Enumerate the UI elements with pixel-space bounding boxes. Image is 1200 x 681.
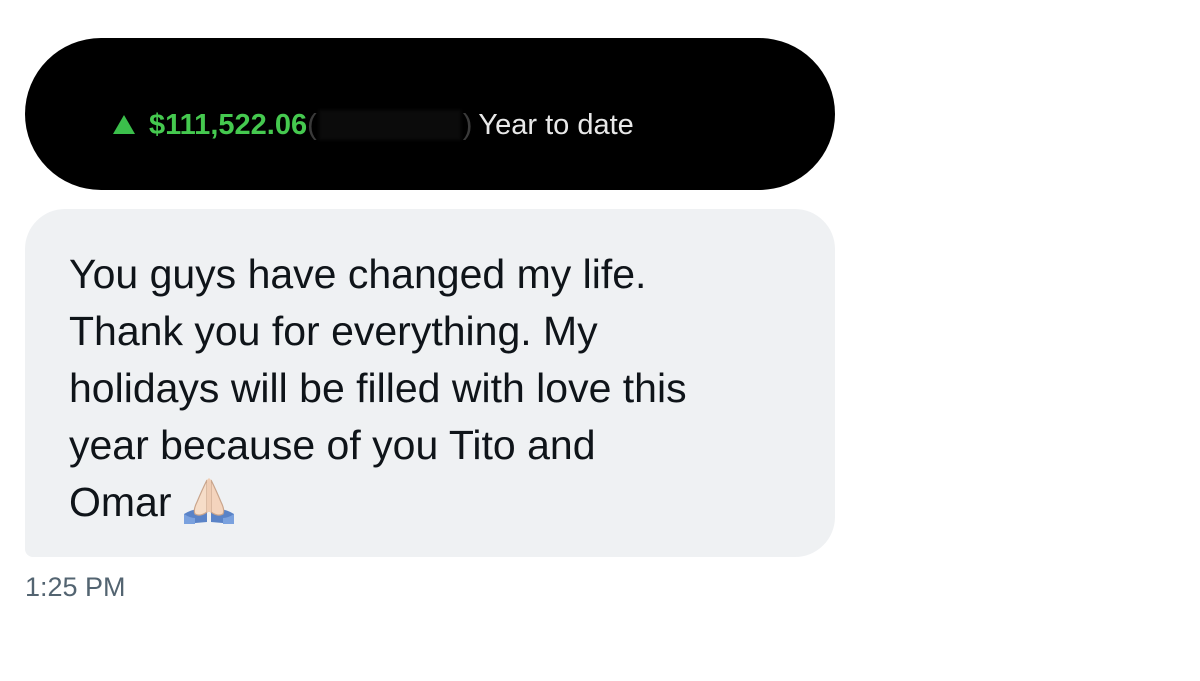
gain-amount: $111,522.06	[149, 109, 308, 141]
up-arrow-icon	[113, 114, 135, 134]
message-body: You guys have changed my life. Thank you…	[69, 251, 687, 525]
redacted-percentage	[318, 110, 461, 140]
folded-hands-icon	[180, 474, 238, 541]
message-timestamp: 1:25 PM	[25, 572, 126, 602]
portfolio-summary: $111,522.06 ( ) Year to date	[113, 107, 634, 143]
period-label: Year to date	[478, 109, 634, 141]
message-text: You guys have changed my life. Thank you…	[69, 246, 809, 541]
message-thread: $111,522.06 ( ) Year to date You guys ha…	[0, 0, 1200, 681]
paren-open: (	[307, 109, 317, 141]
paren-close: )	[462, 109, 473, 141]
image-attachment[interactable]: $111,522.06 ( ) Year to date	[25, 38, 835, 190]
